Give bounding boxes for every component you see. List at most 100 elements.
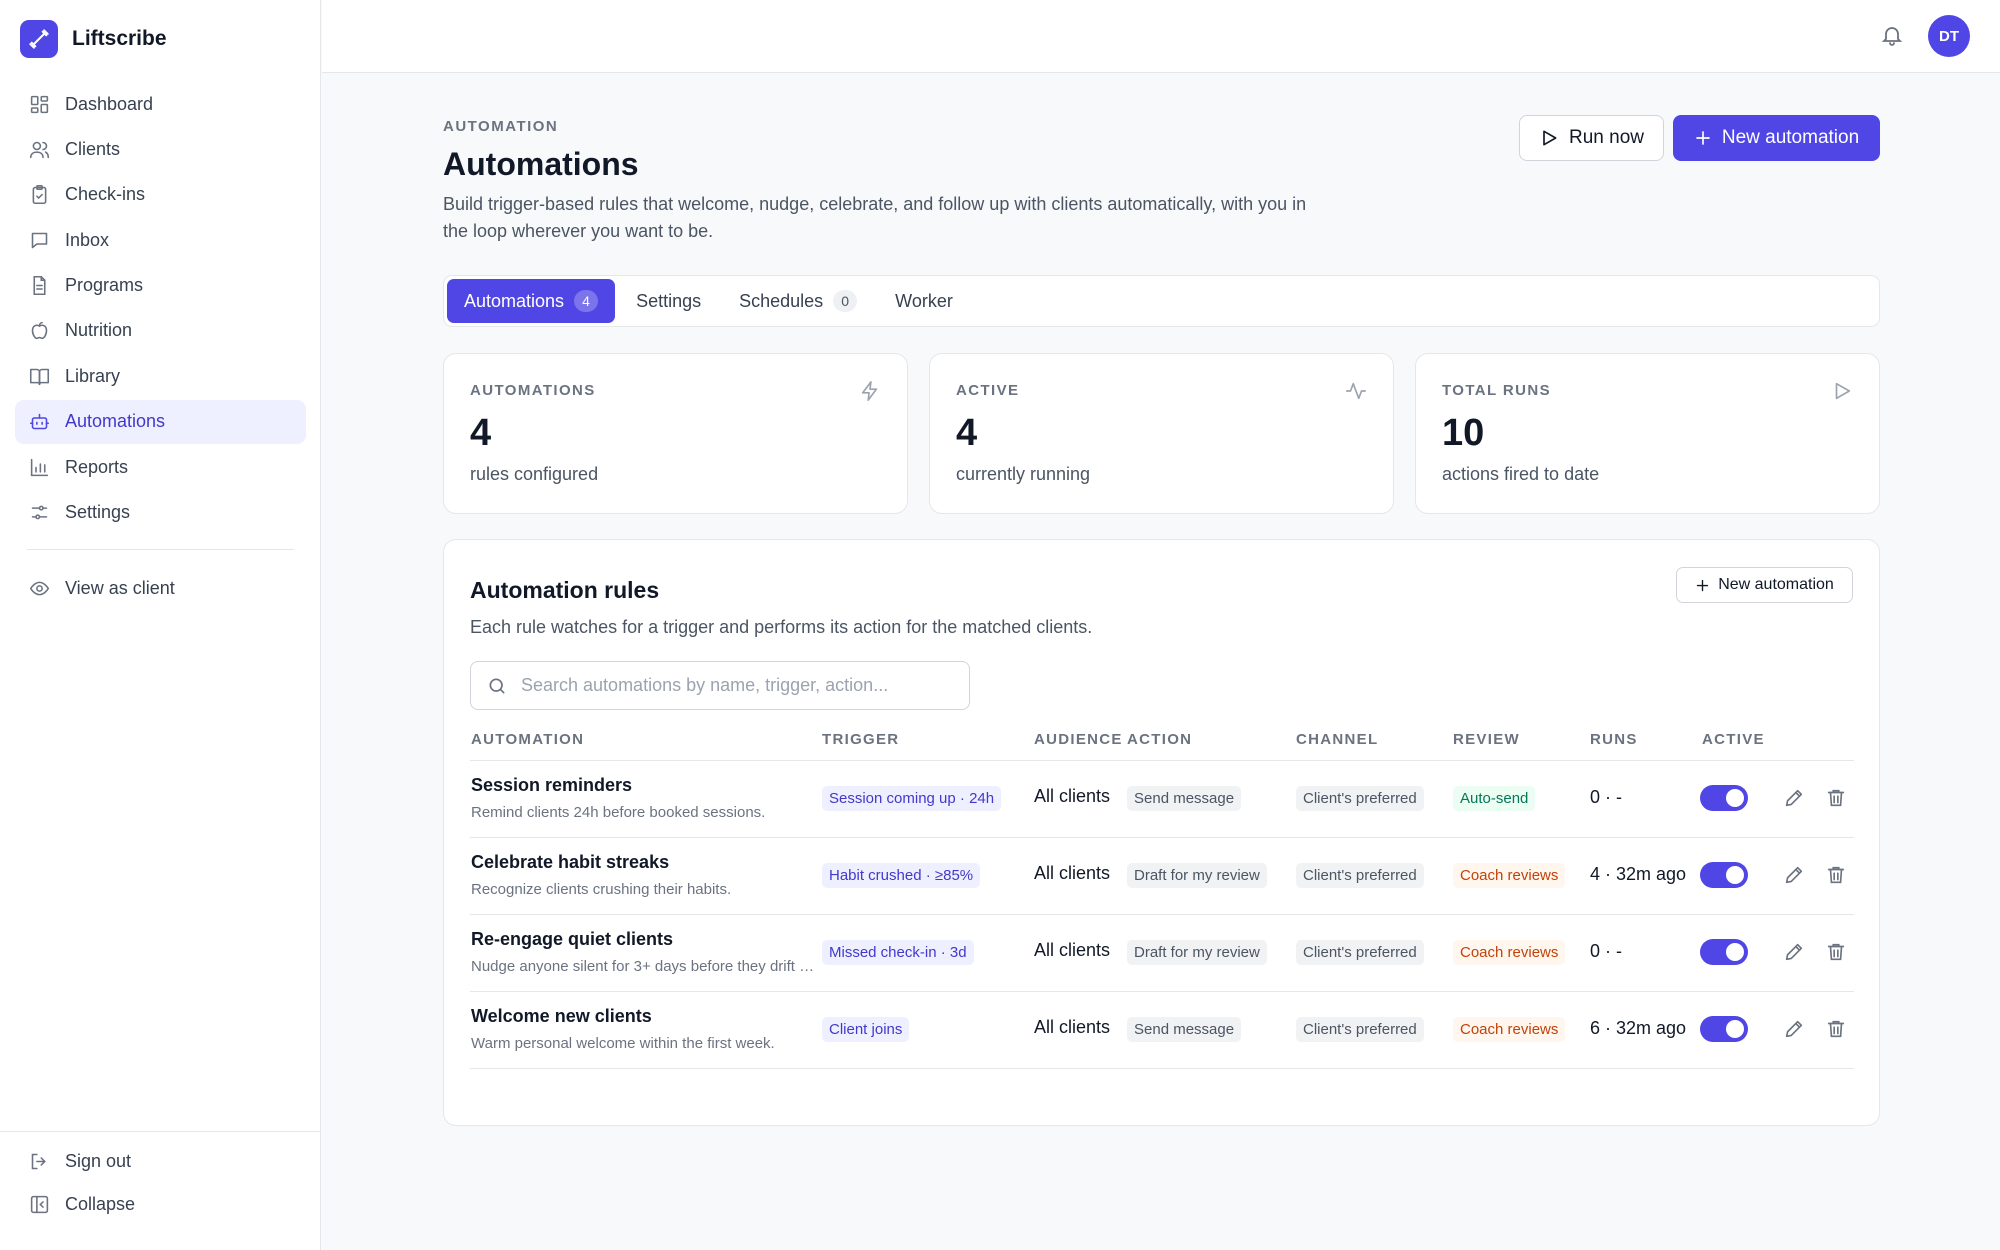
- action-badge: Draft for my review: [1127, 863, 1267, 888]
- trash-icon[interactable]: [1825, 1018, 1849, 1042]
- edit-icon[interactable]: [1783, 1018, 1807, 1042]
- channel-badge: Client's preferred: [1296, 863, 1424, 888]
- trash-icon[interactable]: [1825, 941, 1849, 965]
- new-automation-small-button[interactable]: New automation: [1676, 567, 1853, 603]
- review-badge: Coach reviews: [1453, 863, 1566, 888]
- run-now-label: Run now: [1569, 127, 1644, 148]
- edit-icon[interactable]: [1783, 864, 1807, 888]
- page-title: Automations: [443, 146, 639, 182]
- runs-value: 6 · 32m ago: [1590, 1018, 1687, 1038]
- table-row[interactable]: Welcome new clients Warm personal welcom…: [470, 992, 1854, 1069]
- stat-caption: currently running: [956, 464, 1091, 484]
- stat-caption: rules configured: [470, 464, 599, 484]
- toggle-knob: [1726, 1020, 1744, 1038]
- collapse-label: Collapse: [65, 1193, 136, 1214]
- sidebar-item-label: Check-ins: [65, 184, 146, 205]
- trash-icon[interactable]: [1825, 787, 1849, 811]
- new-automation-small-label: New automation: [1718, 576, 1834, 593]
- table-row[interactable]: Re-engage quiet clients Nudge anyone sil…: [470, 915, 1854, 992]
- avatar[interactable]: DT: [1928, 15, 1970, 57]
- collapse-sidebar-button[interactable]: Collapse: [15, 1183, 306, 1225]
- channel-badge: Client's preferred: [1296, 1017, 1424, 1042]
- audience-value: All clients: [1034, 940, 1111, 960]
- active-toggle[interactable]: [1700, 1016, 1748, 1042]
- sidebar-item-library[interactable]: Library: [15, 354, 306, 398]
- trigger-badge: Missed check-in · 3d: [822, 940, 974, 965]
- brand[interactable]: Liftscribe: [20, 20, 167, 58]
- plus-icon: [1697, 579, 1709, 591]
- search-input[interactable]: [521, 675, 941, 696]
- search-icon: [489, 678, 505, 693]
- sidebar-item-reports[interactable]: Reports: [15, 445, 306, 489]
- review-badge: Coach reviews: [1453, 940, 1566, 965]
- table-row[interactable]: Session reminders Remind clients 24h bef…: [470, 761, 1854, 838]
- active-toggle[interactable]: [1700, 939, 1748, 965]
- log-out-icon: [31, 1153, 46, 1169]
- message-icon: [31, 232, 48, 248]
- tab-automations[interactable]: Automations 4: [447, 279, 616, 323]
- automation-description: Remind clients 24h before booked session…: [471, 804, 766, 821]
- stat-value: 10: [1442, 412, 1485, 454]
- bot-icon: [29, 413, 50, 430]
- table-row[interactable]: Celebrate habit streaks Recognize client…: [470, 838, 1854, 915]
- tab-bar: Automations 4 Settings Schedules 0 Worke…: [443, 275, 1880, 327]
- run-now-button[interactable]: Run now: [1519, 115, 1664, 161]
- channel-badge: Client's preferred: [1296, 940, 1424, 965]
- automation-rules-card: Automation rules Each rule watches for a…: [443, 539, 1880, 1126]
- sidebar-item-automations[interactable]: Automations: [15, 399, 306, 444]
- sidebar-item-check-ins[interactable]: Check-ins: [15, 173, 306, 217]
- tab-label: Automations: [464, 290, 565, 311]
- clipboard-check-icon: [32, 185, 47, 205]
- runs-value: 0 · -: [1590, 787, 1623, 807]
- sidebar-item-dashboard[interactable]: Dashboard: [15, 82, 306, 126]
- sidebar-footer: Sign out Collapse: [0, 1131, 321, 1227]
- plus-icon: [1696, 131, 1710, 145]
- automation-description: Nudge anyone silent for 3+ days before t…: [471, 958, 816, 975]
- brand-logo-icon: [20, 20, 58, 58]
- stat-caption: actions fired to date: [1442, 464, 1600, 484]
- stat-value: 4: [956, 412, 978, 454]
- tab-count-badge: 4: [574, 290, 599, 312]
- action-badge: Draft for my review: [1127, 940, 1267, 965]
- trash-icon[interactable]: [1825, 864, 1849, 888]
- trigger-badge: Habit crushed · ≥85%: [822, 863, 981, 888]
- users-icon: [29, 141, 50, 159]
- edit-icon[interactable]: [1783, 787, 1807, 811]
- column-header: ACTIVE: [1702, 731, 1765, 748]
- stat-card-total-runs: TOTAL RUNS 10 actions fired to date: [1415, 353, 1880, 514]
- apple-icon: [31, 322, 48, 340]
- dashboard-icon: [30, 95, 49, 113]
- sidebar-item-nutrition[interactable]: Nutrition: [15, 309, 306, 353]
- file-text-icon: [33, 276, 46, 296]
- toggle-knob: [1726, 789, 1744, 807]
- action-badge: Send message: [1127, 1017, 1242, 1042]
- sidebar-item-clients[interactable]: Clients: [15, 127, 306, 171]
- tab-label: Worker: [895, 290, 953, 311]
- sign-out-button[interactable]: Sign out: [15, 1140, 306, 1182]
- sidebar: Liftscribe Dashboard Clients Check-ins I…: [0, 0, 321, 1250]
- tab-worker[interactable]: Worker: [878, 279, 970, 323]
- tab-schedules[interactable]: Schedules 0: [722, 279, 874, 323]
- edit-icon[interactable]: [1783, 941, 1807, 965]
- automation-name: Celebrate habit streaks: [471, 852, 670, 872]
- trigger-badge: Session coming up · 24h: [822, 786, 1002, 811]
- automation-name: Re-engage quiet clients: [471, 929, 674, 949]
- action-badge: Send message: [1127, 786, 1242, 811]
- stat-label: ACTIVE: [956, 382, 1020, 399]
- new-automation-button[interactable]: New automation: [1673, 115, 1880, 161]
- sidebar-item-inbox[interactable]: Inbox: [15, 218, 306, 262]
- active-toggle[interactable]: [1700, 862, 1748, 888]
- tab-settings[interactable]: Settings: [619, 279, 718, 323]
- automation-description: Warm personal welcome within the first w…: [471, 1035, 775, 1052]
- sidebar-item-settings[interactable]: Settings: [15, 491, 306, 535]
- bell-icon[interactable]: [1880, 23, 1904, 47]
- view-as-client-link[interactable]: View as client: [15, 566, 306, 610]
- stat-label: TOTAL RUNS: [1442, 382, 1552, 399]
- column-header: ACTION: [1127, 731, 1193, 748]
- audience-value: All clients: [1034, 863, 1111, 883]
- toggle-knob: [1726, 866, 1744, 884]
- stat-card-active: ACTIVE 4 currently running: [929, 353, 1394, 514]
- active-toggle[interactable]: [1700, 785, 1748, 811]
- table-header: AUTOMATION TRIGGER AUDIENCE ACTION CHANN…: [470, 719, 1854, 761]
- sidebar-item-programs[interactable]: Programs: [15, 264, 306, 308]
